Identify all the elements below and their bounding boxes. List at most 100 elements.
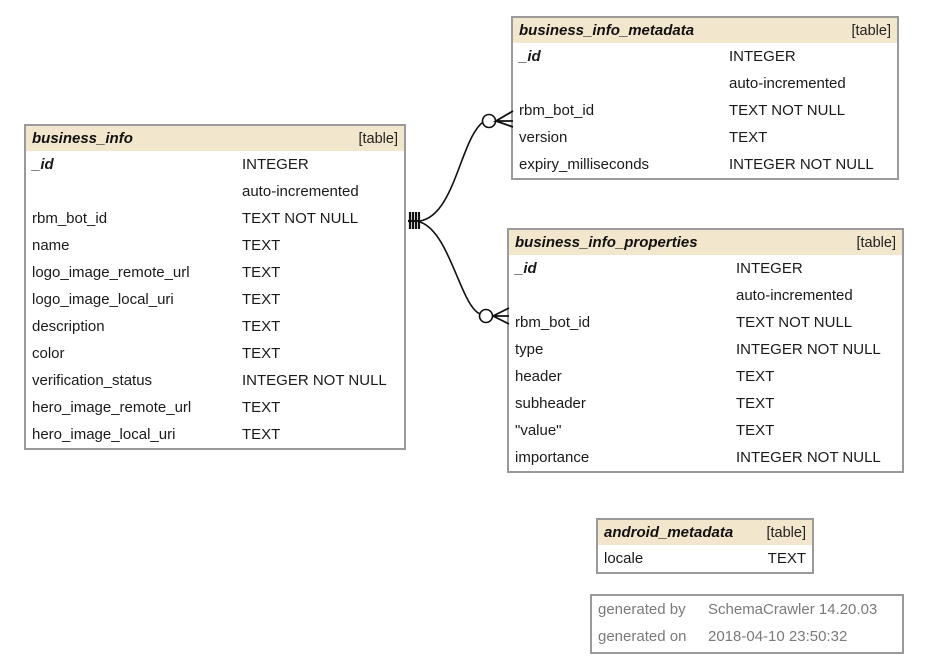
- column-row: auto-incremented: [26, 178, 404, 205]
- generated-on-label: generated on: [598, 628, 687, 645]
- primary-key-column-name: _id: [515, 260, 537, 277]
- column-row: importance INTEGER NOT NULL: [509, 444, 902, 471]
- generated-by-value: SchemaCrawler 14.20.03: [708, 601, 878, 618]
- table-header: business_info_metadata [table]: [513, 18, 897, 43]
- column-type: INTEGER NOT NULL: [736, 449, 881, 466]
- generated-on-value: 2018-04-10 23:50:32: [708, 628, 848, 645]
- table-kind: [table]: [856, 234, 897, 251]
- table-kind: [table]: [358, 130, 399, 147]
- table-name: business_info: [32, 130, 133, 147]
- table-kind: [table]: [766, 524, 807, 541]
- column-name: subheader: [515, 395, 586, 412]
- column-row: _id INTEGER: [26, 151, 404, 178]
- table-name: android_metadata: [604, 524, 734, 541]
- column-row: hero_image_local_uri TEXT: [26, 421, 404, 448]
- zero-optional-icon: [478, 308, 494, 324]
- column-type: INTEGER NOT NULL: [729, 156, 874, 173]
- column-type: INTEGER NOT NULL: [736, 341, 881, 358]
- column-row: header TEXT: [509, 363, 902, 390]
- column-row: rbm_bot_id TEXT NOT NULL: [26, 205, 404, 232]
- column-row: description TEXT: [26, 313, 404, 340]
- generated-on-row: generated on 2018-04-10 23:50:32: [592, 623, 902, 650]
- column-row: color TEXT: [26, 340, 404, 367]
- column-row: subheader TEXT: [509, 390, 902, 417]
- column-type: TEXT: [242, 345, 281, 362]
- relationship-business-info-to-metadata: [419, 110, 514, 222]
- column-row: verification_status INTEGER NOT NULL: [26, 367, 404, 394]
- column-row: name TEXT: [26, 232, 404, 259]
- column-name: header: [515, 368, 562, 385]
- table-header: business_info [table]: [26, 126, 404, 151]
- column-name: "value": [515, 422, 562, 439]
- column-type: auto-incremented: [736, 287, 853, 304]
- generation-info: generated by SchemaCrawler 14.20.03 gene…: [590, 594, 904, 654]
- column-type: TEXT: [767, 550, 806, 567]
- table-business-info-properties: business_info_properties [table] _id INTE…: [507, 228, 904, 473]
- column-name: name: [32, 237, 70, 254]
- column-type: TEXT: [736, 395, 775, 412]
- column-row: rbm_bot_id TEXT NOT NULL: [509, 309, 902, 336]
- column-type: TEXT NOT NULL: [242, 210, 359, 227]
- column-row: logo_image_local_uri TEXT: [26, 286, 404, 313]
- column-type: TEXT NOT NULL: [736, 314, 853, 331]
- connector-curve: [419, 121, 484, 222]
- column-name: description: [32, 318, 105, 335]
- column-name: logo_image_remote_url: [32, 264, 190, 281]
- column-type: INTEGER: [729, 48, 796, 65]
- table-name: business_info_metadata: [519, 22, 695, 39]
- table-kind: [table]: [851, 22, 892, 39]
- column-name: rbm_bot_id: [515, 314, 591, 331]
- column-name: hero_image_remote_url: [32, 399, 192, 416]
- column-type: INTEGER NOT NULL: [242, 372, 387, 389]
- column-name: importance: [515, 449, 590, 466]
- column-row: auto-incremented: [509, 282, 902, 309]
- column-list: _id INTEGER auto-incremented rbm_bot_id TEXT…: [513, 43, 897, 178]
- column-type: TEXT: [736, 368, 775, 385]
- column-row: rbm_bot_id TEXT NOT NULL: [513, 97, 897, 124]
- table-business-info-metadata: business_info_metadata [table] _id INTEGE…: [511, 16, 899, 180]
- connector-curve: [419, 221, 481, 315]
- column-type: auto-incremented: [242, 183, 359, 200]
- relationship-business-info-to-properties: [419, 221, 510, 325]
- table-header: android_metadata [table]: [598, 520, 812, 545]
- column-type: TEXT: [242, 399, 281, 416]
- zero-optional-icon: [481, 113, 497, 129]
- generated-by-label: generated by: [598, 601, 686, 618]
- column-row: "value" TEXT: [509, 417, 902, 444]
- column-list: _id INTEGER auto-incremented rbm_bot_id TEXT…: [509, 255, 902, 471]
- column-name: rbm_bot_id: [519, 102, 595, 119]
- table-android-metadata: android_metadata [table] locale TEXT: [596, 518, 814, 574]
- column-type: TEXT: [242, 264, 281, 281]
- generated-by-row: generated by SchemaCrawler 14.20.03: [592, 596, 902, 623]
- column-name: locale: [604, 550, 644, 567]
- column-row: _id INTEGER: [509, 255, 902, 282]
- column-row: type INTEGER NOT NULL: [509, 336, 902, 363]
- table-name: business_info_properties: [515, 234, 698, 251]
- column-name: color: [32, 345, 65, 362]
- one-and-only-one-icon: [408, 212, 421, 229]
- column-row: locale TEXT: [598, 545, 812, 572]
- column-name: type: [515, 341, 544, 358]
- column-row: hero_image_remote_url TEXT: [26, 394, 404, 421]
- primary-key-column-name: _id: [519, 48, 541, 65]
- column-row: auto-incremented: [513, 70, 897, 97]
- column-type: auto-incremented: [729, 75, 846, 92]
- column-row: _id INTEGER: [513, 43, 897, 70]
- column-list: locale TEXT: [598, 545, 812, 572]
- column-name: logo_image_local_uri: [32, 291, 174, 308]
- column-name: verification_status: [32, 372, 153, 389]
- column-type: TEXT: [729, 129, 768, 146]
- primary-key-column-name: _id: [32, 156, 54, 173]
- column-type: TEXT: [242, 237, 281, 254]
- column-type: INTEGER: [242, 156, 309, 173]
- column-list: _id INTEGER auto-incremented rbm_bot_id TEXT…: [26, 151, 404, 448]
- column-row: version TEXT: [513, 124, 897, 151]
- column-row: expiry_milliseconds INTEGER NOT NULL: [513, 151, 897, 178]
- column-row: logo_image_remote_url TEXT: [26, 259, 404, 286]
- column-type: TEXT: [736, 422, 775, 439]
- column-type: TEXT NOT NULL: [729, 102, 846, 119]
- column-type: TEXT: [242, 318, 281, 335]
- column-name: rbm_bot_id: [32, 210, 108, 227]
- column-name: version: [519, 129, 568, 146]
- column-type: TEXT: [242, 426, 281, 443]
